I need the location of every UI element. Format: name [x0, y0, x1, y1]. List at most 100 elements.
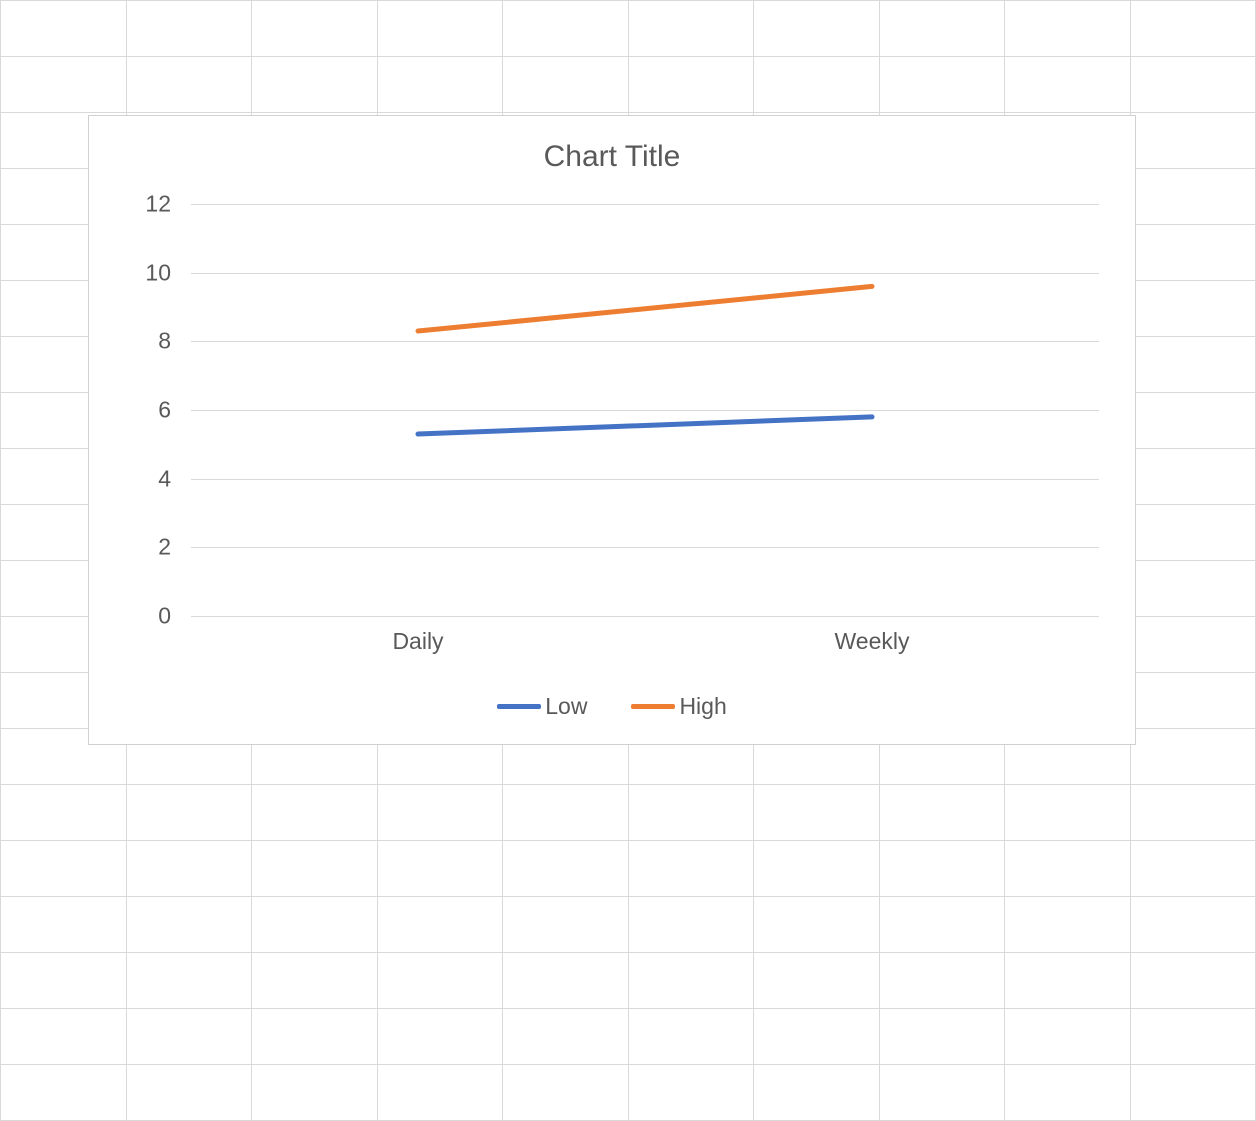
cell[interactable] — [1, 1, 127, 57]
cell[interactable] — [1005, 57, 1131, 113]
cell[interactable] — [126, 785, 252, 841]
cell[interactable] — [252, 897, 378, 953]
cell[interactable] — [503, 897, 629, 953]
cell[interactable] — [1005, 897, 1131, 953]
cell[interactable] — [252, 953, 378, 1009]
cell[interactable] — [1130, 393, 1256, 449]
cell[interactable] — [503, 1, 629, 57]
cell[interactable] — [1130, 113, 1256, 169]
legend-item-low[interactable]: Low — [497, 693, 587, 720]
cell[interactable] — [126, 1009, 252, 1065]
cell[interactable] — [879, 1065, 1005, 1121]
cell[interactable] — [252, 1065, 378, 1121]
cell[interactable] — [754, 57, 880, 113]
cell[interactable] — [1005, 785, 1131, 841]
cell[interactable] — [1130, 673, 1256, 729]
cell[interactable] — [1005, 841, 1131, 897]
cell[interactable] — [126, 953, 252, 1009]
cell[interactable] — [1, 785, 127, 841]
cell[interactable] — [1130, 897, 1256, 953]
cell[interactable] — [1130, 337, 1256, 393]
series-line-low[interactable] — [418, 417, 872, 434]
cell[interactable] — [754, 785, 880, 841]
cell[interactable] — [1130, 617, 1256, 673]
cell[interactable] — [377, 57, 503, 113]
cell[interactable] — [879, 953, 1005, 1009]
cell[interactable] — [879, 1, 1005, 57]
cell[interactable] — [1130, 169, 1256, 225]
cell[interactable] — [1130, 449, 1256, 505]
legend[interactable]: Low High — [89, 693, 1135, 720]
cell[interactable] — [1130, 281, 1256, 337]
cell[interactable] — [377, 1, 503, 57]
cell[interactable] — [252, 785, 378, 841]
cell[interactable] — [1005, 1065, 1131, 1121]
cell[interactable] — [628, 841, 754, 897]
cell[interactable] — [503, 785, 629, 841]
cell[interactable] — [1130, 953, 1256, 1009]
cell[interactable] — [126, 841, 252, 897]
cell[interactable] — [377, 1009, 503, 1065]
cell[interactable] — [1, 953, 127, 1009]
cell[interactable] — [252, 841, 378, 897]
cell[interactable] — [1, 57, 127, 113]
cell[interactable] — [879, 57, 1005, 113]
cell[interactable] — [1130, 505, 1256, 561]
cell[interactable] — [126, 57, 252, 113]
cell[interactable] — [503, 57, 629, 113]
cell[interactable] — [754, 1, 880, 57]
cell[interactable] — [754, 1065, 880, 1121]
cell[interactable] — [503, 1065, 629, 1121]
plot-area[interactable]: 024681012 — [119, 204, 1109, 616]
cell[interactable] — [126, 1065, 252, 1121]
chart-title[interactable]: Chart Title — [89, 116, 1135, 174]
cell[interactable] — [879, 841, 1005, 897]
cell[interactable] — [628, 57, 754, 113]
cell[interactable] — [1130, 729, 1256, 785]
cell[interactable] — [252, 1, 378, 57]
cell[interactable] — [1130, 841, 1256, 897]
cell[interactable] — [126, 1, 252, 57]
cell[interactable] — [1130, 1009, 1256, 1065]
cell[interactable] — [1, 1009, 127, 1065]
cell[interactable] — [628, 785, 754, 841]
cell[interactable] — [377, 953, 503, 1009]
series-line-high[interactable] — [418, 286, 872, 331]
legend-item-high[interactable]: High — [631, 693, 726, 720]
cell[interactable] — [377, 897, 503, 953]
cell[interactable] — [1130, 785, 1256, 841]
cell[interactable] — [503, 841, 629, 897]
cell[interactable] — [879, 1009, 1005, 1065]
cell[interactable] — [252, 1009, 378, 1065]
cell[interactable] — [1005, 953, 1131, 1009]
cell[interactable] — [1005, 1009, 1131, 1065]
chart-object[interactable]: Chart Title 024681012 DailyWeekly LowHig… — [88, 115, 1136, 745]
cell[interactable] — [1, 897, 127, 953]
cell[interactable] — [377, 1065, 503, 1121]
cell[interactable] — [503, 1009, 629, 1065]
cell[interactable] — [503, 953, 629, 1009]
cell[interactable] — [754, 1009, 880, 1065]
cell[interactable] — [252, 57, 378, 113]
cell[interactable] — [628, 1, 754, 57]
cell[interactable] — [754, 841, 880, 897]
cell[interactable] — [1130, 225, 1256, 281]
cell[interactable] — [1005, 1, 1131, 57]
cell[interactable] — [126, 897, 252, 953]
cell[interactable] — [754, 953, 880, 1009]
cell[interactable] — [1, 1065, 127, 1121]
cell[interactable] — [628, 1009, 754, 1065]
cell[interactable] — [1, 841, 127, 897]
cell[interactable] — [377, 841, 503, 897]
cell[interactable] — [879, 897, 1005, 953]
cell[interactable] — [754, 897, 880, 953]
cell[interactable] — [628, 1065, 754, 1121]
cell[interactable] — [1130, 1065, 1256, 1121]
cell[interactable] — [628, 897, 754, 953]
cell[interactable] — [1130, 1, 1256, 57]
cell[interactable] — [628, 953, 754, 1009]
cell[interactable] — [879, 785, 1005, 841]
cell[interactable] — [1130, 561, 1256, 617]
cell[interactable] — [1130, 57, 1256, 113]
cell[interactable] — [377, 785, 503, 841]
